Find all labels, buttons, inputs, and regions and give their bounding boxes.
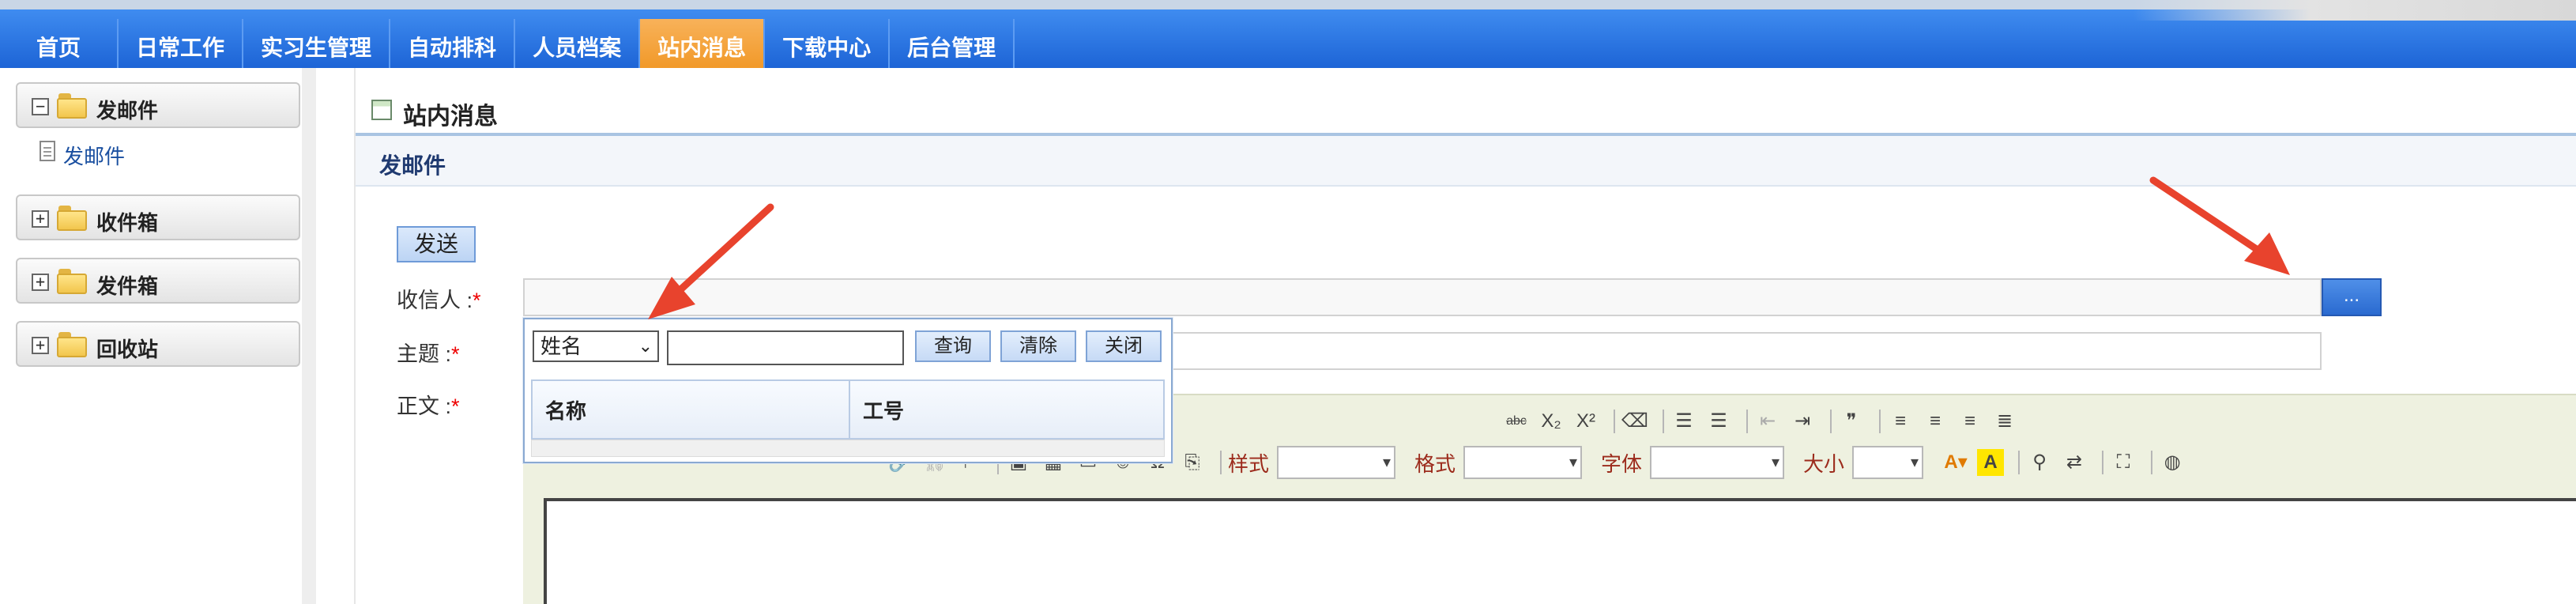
folder-icon xyxy=(57,204,89,231)
folder-icon xyxy=(57,267,89,294)
search-button[interactable]: 查询 xyxy=(915,330,991,362)
sidebar: − 发邮件 发邮件 + 收件箱 + 发件箱 + 回收站 xyxy=(0,68,316,604)
body-label-text: 正文 : xyxy=(397,394,452,418)
main-content: 站内消息 发邮件 发送 收信人 :* ... 主题 :* 正文 :* abc X… xyxy=(330,68,2576,604)
find-icon[interactable]: ⚲ xyxy=(2026,449,2053,476)
sidebar-group-compose[interactable]: − 发邮件 xyxy=(16,82,300,128)
superscript-icon[interactable]: X² xyxy=(1572,408,1599,435)
body-label: 正文 :* xyxy=(397,389,460,420)
window-icon xyxy=(371,100,392,120)
column-header-name: 名称 xyxy=(545,399,587,423)
replace-icon[interactable]: ⇄ xyxy=(2061,449,2088,476)
font-label: 字体 xyxy=(1601,451,1643,476)
style-label: 样式 xyxy=(1228,451,1270,476)
folder-icon xyxy=(57,92,89,119)
expand-icon[interactable]: + xyxy=(32,274,49,291)
page-title: 站内消息 xyxy=(403,104,498,130)
style-select[interactable] xyxy=(1277,446,1396,479)
toolbar-separator xyxy=(2151,451,2153,474)
blockquote-icon[interactable]: ❞ xyxy=(1838,408,1865,435)
subject-label-text: 主题 : xyxy=(397,342,452,366)
size-select[interactable] xyxy=(1852,446,1924,479)
toolbar-separator xyxy=(2102,451,2104,474)
expand-icon[interactable]: + xyxy=(32,337,49,354)
toolbar-separator xyxy=(1746,410,1748,433)
recipient-picker-button[interactable]: ... xyxy=(2322,278,2382,316)
sidebar-group-trash[interactable]: + 回收站 xyxy=(16,321,300,367)
search-field-value: 姓名 xyxy=(540,334,582,358)
result-table: 名称 工号 xyxy=(531,379,1165,441)
justify-icon[interactable]: ≣ xyxy=(1991,408,2018,435)
text-color-icon[interactable]: A▾ xyxy=(1942,449,1969,476)
sidebar-group-label: 收件箱 xyxy=(96,211,159,235)
required-mark: * xyxy=(473,289,481,312)
toolbar-separator xyxy=(1830,410,1832,433)
close-button[interactable]: 关闭 xyxy=(1086,330,1162,362)
sidebar-group-label: 发件箱 xyxy=(96,274,159,298)
required-mark: * xyxy=(451,342,460,366)
indent-icon[interactable]: ⇥ xyxy=(1789,408,1816,435)
clear-button[interactable]: 清除 xyxy=(1000,330,1076,362)
column-header-employee-id: 工号 xyxy=(849,381,1163,441)
strike-icon[interactable]: abc xyxy=(1503,408,1530,435)
align-right-icon[interactable]: ≡ xyxy=(1956,408,1983,435)
expand-icon[interactable]: + xyxy=(32,210,49,228)
recipient-label: 收信人 :* xyxy=(397,283,481,314)
search-field-select[interactable]: 姓名 ⌄ xyxy=(533,330,659,362)
recipient-label-text: 收信人 : xyxy=(397,289,473,312)
subject-label: 主题 :* xyxy=(397,337,460,368)
sidebar-item-compose[interactable]: 发邮件 xyxy=(63,141,125,170)
ordered-list-icon[interactable]: ☰ xyxy=(1670,408,1697,435)
pagebreak-icon[interactable]: ⎘ xyxy=(1179,449,1206,476)
maximize-icon[interactable]: ⛶ xyxy=(2110,449,2137,476)
editor-content-area[interactable] xyxy=(544,498,2576,604)
sidebar-group-label: 回收站 xyxy=(96,338,159,361)
collapse-icon[interactable]: − xyxy=(32,98,49,115)
section-title: 发邮件 xyxy=(379,153,446,178)
sidebar-group-label: 发邮件 xyxy=(96,99,159,123)
recipient-picker-popup: 姓名 ⌄ 查询 清除 关闭 名称 工号 xyxy=(523,318,1173,463)
top-nav-bar: 首页 日常工作 实习生管理 自动排科 人员档案 站内消息 下载中心 后台管理 xyxy=(0,0,2576,77)
toolbar-separator xyxy=(1879,410,1881,433)
format-label: 格式 xyxy=(1414,451,1456,476)
align-center-icon[interactable]: ≡ xyxy=(1922,408,1949,435)
globe-icon[interactable]: ◍ xyxy=(2159,449,2186,476)
subscript-icon[interactable]: X₂ xyxy=(1538,408,1565,435)
sidebar-group-inbox[interactable]: + 收件箱 xyxy=(16,194,300,240)
align-left-icon[interactable]: ≡ xyxy=(1887,408,1914,435)
toolbar-separator xyxy=(1614,410,1615,433)
header-background-image xyxy=(2133,0,2576,21)
toolbar-separator xyxy=(1663,410,1664,433)
section-header: 发邮件 xyxy=(356,136,2576,187)
search-input[interactable] xyxy=(667,330,904,365)
bg-color-icon[interactable]: A xyxy=(1977,449,2005,476)
eraser-icon[interactable]: ⌫ xyxy=(1621,408,1648,435)
bullet-list-icon[interactable]: ☰ xyxy=(1705,408,1732,435)
table-footer xyxy=(531,440,1165,457)
folder-icon xyxy=(57,330,89,357)
toolbar-separator xyxy=(2018,451,2021,474)
toolbar-separator xyxy=(1220,451,1222,474)
size-label: 大小 xyxy=(1803,451,1845,476)
required-mark: * xyxy=(451,394,460,418)
chevron-down-icon: ⌄ xyxy=(638,336,653,356)
document-icon xyxy=(40,141,55,161)
sidebar-group-sent[interactable]: + 发件箱 xyxy=(16,258,300,304)
send-button[interactable]: 发送 xyxy=(397,226,476,262)
font-select[interactable] xyxy=(1650,446,1785,479)
format-select[interactable] xyxy=(1463,446,1583,479)
outdent-icon[interactable]: ⇤ xyxy=(1754,408,1781,435)
editor-toolbar-row-1: abc X₂ X² ⌫ ☰ ☰ ⇤ ⇥ ❞ ≡ ≡ ≡ ≣ xyxy=(1503,408,2026,435)
recipient-input[interactable] xyxy=(523,278,2322,316)
